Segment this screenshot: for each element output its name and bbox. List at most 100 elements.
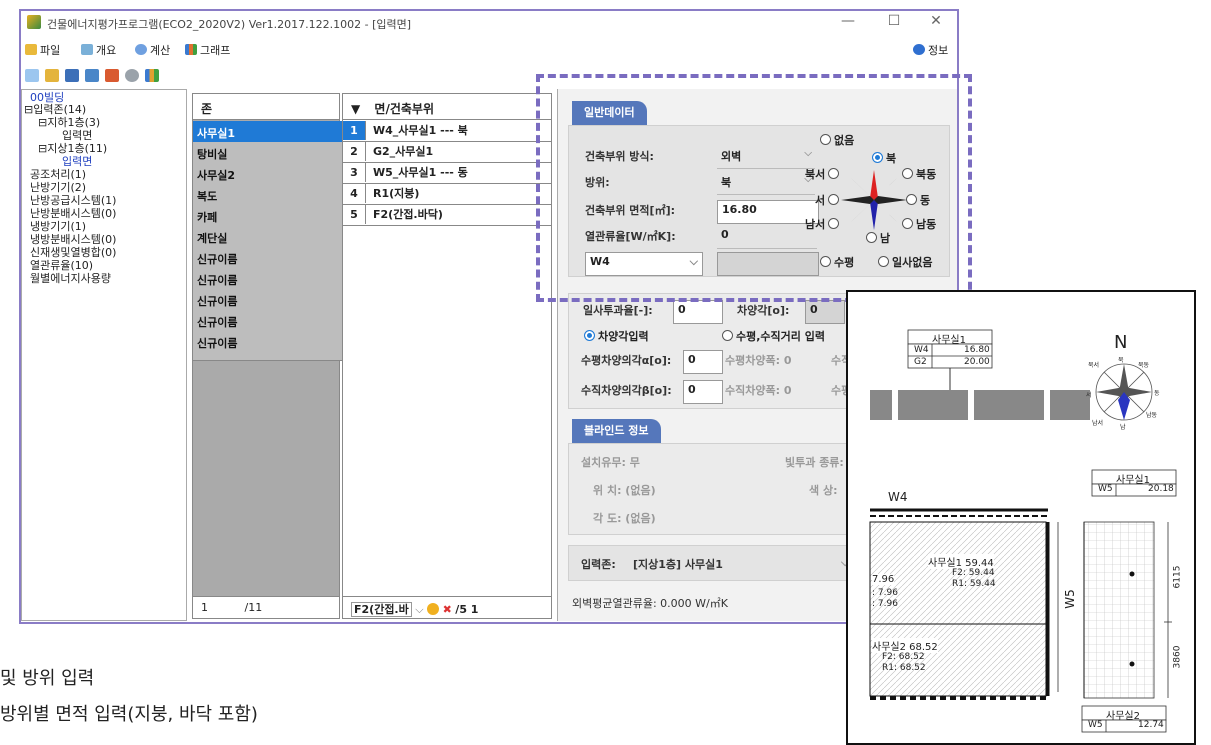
tree-item-f1[interactable]: ⊟지상1층(11) [38, 143, 107, 155]
radio-label: 수평,수직거리 입력 [736, 330, 825, 343]
collapse-icon[interactable]: ⊟ [38, 142, 47, 155]
v-angle-input[interactable]: 0 [683, 380, 723, 404]
compass-label-n: 북 [1118, 357, 1124, 364]
tree-item-b1[interactable]: ⊟지하1층(3) [38, 117, 100, 129]
app-icon [27, 15, 41, 29]
tree-item-f1-surface[interactable]: 입력면 [62, 156, 92, 168]
h-angle-input[interactable]: 0 [683, 350, 723, 374]
menu-graph-label: 그래프 [200, 44, 231, 57]
room1-area: 사무실1 59.44 [928, 554, 994, 569]
plan-g2-label: G2 [914, 357, 927, 367]
row-label: W4_사무실1 --- 북 [373, 124, 468, 137]
menu-info[interactable]: 정보 [913, 42, 948, 58]
compass-label-s: 남 [1120, 424, 1126, 431]
surface-row[interactable]: 2 G2_사무실1 [343, 142, 551, 163]
dim-6115: 6115 [1172, 565, 1183, 589]
v-width-label: 수직차양폭: 0 [725, 384, 792, 397]
tree-label: 신재생및열병합(0) [30, 246, 117, 259]
delete-icon[interactable]: ✖ [443, 603, 452, 616]
floor-plan: 사무실1 W4 16.80 G2 20.00 N 사무실1 W5 20.18 W… [846, 290, 1196, 745]
collapse-icon[interactable]: ⊟ [24, 103, 33, 116]
tree-item-renewable[interactable]: 신재생및열병합(0) [30, 247, 116, 259]
menu-calc[interactable]: 계산 [135, 42, 170, 58]
tree-item-cool-dist[interactable]: 냉방분배시스템(0) [30, 234, 116, 246]
document-icon [81, 44, 93, 55]
plan-room1-label: 사무실1 [932, 335, 966, 346]
tree-item-cooler[interactable]: 냉방기기(1) [30, 221, 86, 233]
calc-icon [135, 44, 147, 55]
zone-input-select[interactable]: [지상1층] 사무실1 [633, 556, 723, 572]
tree-label: 입력존(14) [33, 103, 87, 116]
menu-overview-label: 개요 [96, 44, 117, 57]
menu-graph[interactable]: 그래프 [185, 42, 230, 58]
row-label: F2(간접.바닥) [373, 208, 443, 221]
surface-row[interactable]: 3 W5_사무실1 --- 동 [343, 163, 551, 184]
save-icon[interactable] [65, 69, 79, 82]
chevron-down-icon[interactable]: ⌵ [415, 603, 423, 616]
tree-item-input-zone[interactable]: ⊟입력존(14) [24, 104, 86, 116]
zone-list: 존 사무실1 탕비실 사무실2 복도 카페 계단실 신규이름 신규이름 신규이름… [192, 93, 347, 619]
save-as-icon[interactable] [85, 69, 99, 82]
shade-angle-label: 차양각[o]: [737, 304, 790, 317]
tree-item-b1-surface[interactable]: 입력면 [62, 130, 92, 142]
zone-input-label: 입력존: [581, 558, 616, 571]
surface-row[interactable]: 4 R1(지붕) [343, 184, 551, 205]
tree-label: 냉방분배시스템(0) [30, 233, 117, 246]
tree-item-heater[interactable]: 난방기기(2) [30, 182, 86, 194]
home-icon[interactable] [105, 69, 119, 82]
menu-overview[interactable]: 개요 [81, 42, 116, 58]
gear-icon[interactable] [125, 69, 139, 82]
tree-item-monthly[interactable]: 월별에너지사용량 [30, 273, 111, 285]
blind-angle[interactable]: 각 도: (없음) [593, 510, 656, 526]
menu-file[interactable]: 파일 [25, 42, 60, 58]
tree-item-ahu[interactable]: 공조처리(1) [30, 169, 86, 181]
sort-icon[interactable]: ▼ [351, 102, 360, 116]
blind-transmit[interactable]: 빛투과 종류: [785, 454, 844, 470]
tree-item-u-value[interactable]: 열관류율(10) [30, 260, 93, 272]
radio-distance-input[interactable]: 수평,수직거리 입력 [719, 328, 825, 344]
plan-room1b-label: 사무실1 [1116, 475, 1150, 486]
add-sun-icon[interactable] [427, 603, 440, 615]
surface-row[interactable]: 5 F2(간접.바닥) [343, 205, 551, 226]
open-folder-icon[interactable] [45, 69, 59, 82]
plan-w5-value: 20.18 [1148, 484, 1174, 494]
tree-item-heat-dist[interactable]: 난방분배시스템(0) [30, 208, 116, 220]
close-button[interactable]: ✕ [921, 13, 951, 29]
surface-footer: F2(간접.바 ⌵ ✖ /5 1 [343, 596, 551, 618]
chart-icon[interactable] [145, 69, 159, 82]
radio-dot [584, 330, 595, 341]
bar-chart-icon [185, 44, 197, 55]
compass-label-sw: 남서 [1092, 420, 1104, 427]
surface-row[interactable]: 1 W4_사무실1 --- 북 [343, 121, 551, 142]
radio-angle-input[interactable]: 차양각입력 [581, 328, 649, 344]
row-number: 3 [343, 163, 366, 182]
row-number: 5 [343, 205, 366, 224]
transmit-input[interactable]: 0 [673, 300, 723, 324]
zone-page-input[interactable]: 1 [201, 601, 241, 614]
zone-pager: 1 /11 [193, 596, 339, 618]
tree-label: 지상1층(11) [47, 142, 108, 155]
menu-bar: 파일 개요 계산 그래프 정보 [21, 39, 957, 61]
room1-r1: R1: 59.44 [952, 579, 996, 589]
blind-color[interactable]: 색 상: [809, 482, 837, 498]
window-title: 건물에너지평가프로그램(ECO2_2020V2) Ver1.2017.122.1… [47, 18, 412, 31]
row-label: W5_사무실1 --- 동 [373, 166, 468, 179]
plan-g2-value: 20.00 [964, 357, 990, 367]
blind-position[interactable]: 위 치: (없음) [593, 482, 656, 498]
minimize-button[interactable]: — [833, 13, 863, 29]
blind-installed[interactable]: 설치유무: 무 [581, 454, 640, 470]
tree-label: 난방분배시스템(0) [30, 207, 117, 220]
tree-label: 입력면 [62, 155, 93, 168]
surface-select[interactable]: F2(간접.바 [351, 602, 412, 617]
tree-label: 지하1층(3) [47, 116, 101, 129]
collapse-icon[interactable]: ⊟ [38, 116, 47, 129]
tree-item-heat-supply[interactable]: 난방공급시스템(1) [30, 195, 116, 207]
new-file-icon[interactable] [25, 69, 39, 82]
shade-angle-input[interactable]: 0 [805, 300, 845, 324]
caption-line-1: 및 방위 입력 [0, 668, 95, 689]
maximize-button[interactable]: ☐ [879, 13, 909, 29]
zone-row[interactable]: 신규이름 [193, 331, 347, 361]
tab-blind[interactable]: 블라인드 정보 [572, 419, 661, 445]
folder-icon [25, 44, 37, 55]
row-number: 2 [343, 142, 366, 161]
